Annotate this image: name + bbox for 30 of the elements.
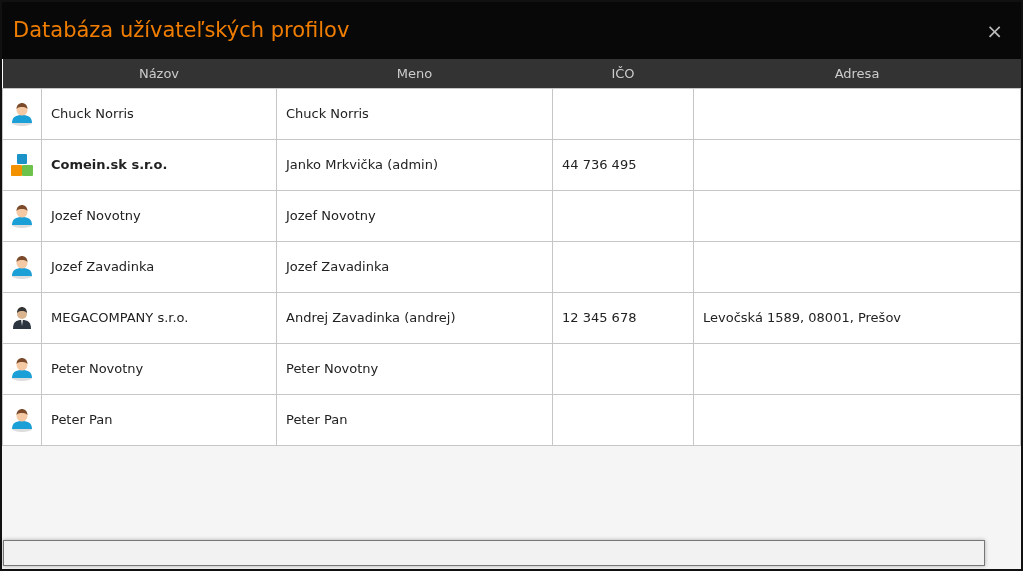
window-title: Databáza užívateľských profilov bbox=[13, 16, 350, 44]
close-button[interactable]: × bbox=[978, 20, 1011, 41]
blocks-icon bbox=[10, 152, 34, 177]
user-cell: Jozef Novotny bbox=[286, 207, 376, 223]
column-header[interactable]: IČO bbox=[552, 59, 694, 88]
column-header[interactable]: Názov bbox=[41, 59, 277, 88]
name-cell: Comein.sk s.r.o. bbox=[51, 156, 168, 172]
name-cell: Jozef Novotny bbox=[51, 207, 141, 223]
person-icon bbox=[11, 203, 33, 228]
user-cell: Peter Novotny bbox=[286, 360, 379, 376]
person-icon bbox=[12, 305, 32, 330]
name-cell: Peter Pan bbox=[51, 411, 113, 427]
ico-cell: 12 345 678 bbox=[562, 309, 637, 325]
name-cell: MEGACOMPANY s.r.o. bbox=[51, 309, 189, 325]
user-cell: Chuck Norris bbox=[286, 105, 369, 121]
column-header[interactable]: Adresa bbox=[693, 59, 1021, 88]
person-icon bbox=[11, 407, 33, 432]
person-icon bbox=[11, 356, 33, 381]
person-icon bbox=[11, 254, 33, 279]
name-cell: Peter Novotny bbox=[51, 360, 144, 376]
ico-cell: 44 736 495 bbox=[562, 156, 637, 172]
user-cell: Andrej Zavadinka (andrej) bbox=[286, 309, 456, 325]
name-cell: Jozef Zavadinka bbox=[51, 258, 155, 274]
address-cell: Levočská 1589, 08001, Prešov bbox=[703, 309, 902, 325]
user-cell: Peter Pan bbox=[286, 411, 348, 427]
person-icon bbox=[11, 101, 33, 126]
name-cell: Chuck Norris bbox=[51, 105, 134, 121]
column-header[interactable]: Meno bbox=[276, 59, 553, 88]
user-cell: Janko Mrkvička (admin) bbox=[286, 156, 438, 172]
user-cell: Jozef Zavadinka bbox=[286, 258, 390, 274]
